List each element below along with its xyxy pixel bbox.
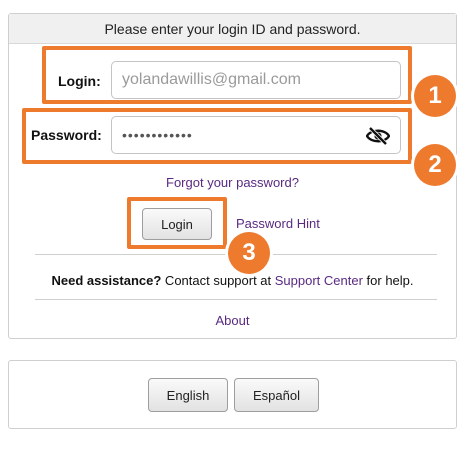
password-input[interactable] xyxy=(112,117,400,153)
callout-badge-2: 2 xyxy=(414,144,456,186)
password-field[interactable] xyxy=(111,116,401,154)
login-panel: Please enter your login ID and password.… xyxy=(8,13,457,339)
espanol-button[interactable]: Español xyxy=(234,378,319,412)
assistance-text: Need assistance? Contact support at Supp… xyxy=(9,273,456,288)
password-label: Password: xyxy=(31,127,102,143)
panel-header: Please enter your login ID and password. xyxy=(9,14,456,44)
login-label: Login: xyxy=(58,73,101,89)
callout-badge-3: 3 xyxy=(228,232,270,274)
eye-slash-icon[interactable] xyxy=(365,126,391,146)
about-link[interactable]: About xyxy=(9,313,456,328)
divider xyxy=(35,299,437,300)
login-field[interactable] xyxy=(111,61,401,99)
support-center-link[interactable]: Support Center xyxy=(275,273,363,288)
callout-badge-1: 1 xyxy=(414,75,456,117)
assistance-bold: Need assistance? xyxy=(51,273,162,288)
forgot-password-link[interactable]: Forgot your password? xyxy=(9,175,456,190)
password-hint-link[interactable]: Password Hint xyxy=(236,216,320,231)
login-button[interactable]: Login xyxy=(142,208,212,240)
login-input[interactable] xyxy=(112,62,400,98)
assistance-pre: Contact support at xyxy=(161,273,275,288)
language-panel: English Español xyxy=(8,360,457,429)
assistance-post: for help. xyxy=(362,273,414,288)
english-button[interactable]: English xyxy=(148,378,228,412)
